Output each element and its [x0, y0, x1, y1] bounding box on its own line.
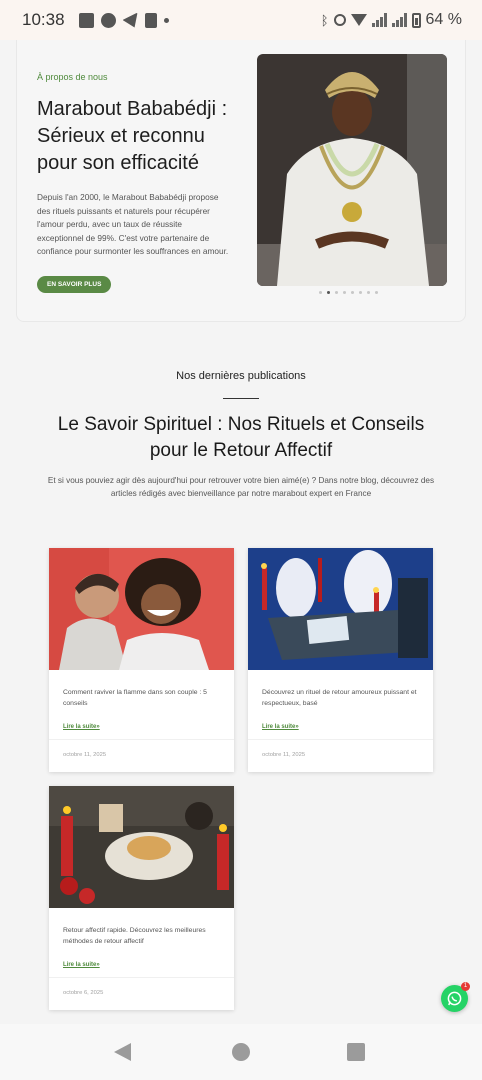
post-body: Retour affectif rapide. Découvrez les me…: [49, 908, 234, 971]
read-more-link[interactable]: Lire la suite»: [262, 724, 299, 730]
post-excerpt: Retour affectif rapide. Découvrez les me…: [63, 927, 206, 945]
slider-dot[interactable]: [343, 291, 346, 294]
system-icons: ᛒ 64 %: [321, 11, 462, 29]
home-icon[interactable]: [232, 1043, 250, 1061]
learn-more-button[interactable]: EN SAVOIR PLUS: [37, 275, 112, 293]
telegram-icon: [122, 12, 138, 28]
battery-percent: 64 %: [425, 11, 462, 28]
post-date: octobre 6, 2025: [63, 990, 104, 996]
navigation-bar: [0, 1024, 482, 1080]
read-more-link[interactable]: Lire la suite»: [63, 962, 100, 968]
post-body: Découvrez un rituel de retour amoureux p…: [248, 670, 433, 733]
section-subtitle: Et si vous pouviez agir dès aujourd'hui …: [47, 476, 435, 498]
post-excerpt: Découvrez un rituel de retour amoureux p…: [262, 689, 417, 707]
post-thumbnail-candles[interactable]: [49, 786, 234, 908]
slider-dot[interactable]: [351, 291, 354, 294]
post-thumbnail-ritual[interactable]: [248, 548, 433, 670]
hero-text: À propos de nous Marabout Bababédji : Sé…: [37, 72, 229, 293]
slider-dots: [319, 291, 378, 294]
post-card[interactable]: Retour affectif rapide. Découvrez les me…: [49, 786, 234, 1010]
status-time: 10:38: [22, 10, 65, 29]
notification-icons: [78, 12, 169, 28]
bluetooth-icon: ᛒ: [320, 12, 329, 28]
about-hero-card: À propos de nous Marabout Bababédji : Sé…: [16, 40, 466, 322]
post-date: octobre 11, 2025: [262, 752, 306, 758]
slider-dot[interactable]: [335, 291, 338, 294]
battery-icon: [411, 12, 421, 28]
post-date: octobre 11, 2025: [63, 752, 107, 758]
slider-dot[interactable]: [367, 291, 370, 294]
marabout-photo[interactable]: [257, 54, 447, 286]
notification-badge: 1: [461, 982, 470, 991]
alarm-icon: [333, 14, 346, 26]
section-divider: [223, 398, 259, 399]
post-card[interactable]: Comment raviver la flamme dans son coupl…: [49, 548, 234, 772]
slider-dot[interactable]: [375, 291, 378, 294]
whatsapp-icon: [447, 991, 462, 1006]
signal-2-icon: [391, 13, 407, 27]
post-card[interactable]: Découvrez un rituel de retour amoureux p…: [248, 548, 433, 772]
signal-icon: [371, 13, 387, 27]
status-bar: 10:38 ᛒ 64 %: [0, 0, 482, 40]
whatsapp-button[interactable]: 1: [441, 982, 470, 1012]
divider: [248, 739, 433, 740]
facebook-icon: [78, 12, 94, 28]
snapchat-icon: [100, 12, 116, 28]
more-notifications-icon: [163, 17, 169, 23]
section-kicker: Nos dernières publications: [176, 370, 306, 382]
section-title: Le Savoir Spirituel : Nos Rituels et Con…: [57, 414, 425, 461]
slider-dot[interactable]: [359, 291, 362, 294]
slider-dot[interactable]: [319, 291, 322, 294]
wifi-icon: [350, 14, 367, 26]
read-more-link[interactable]: Lire la suite»: [63, 724, 100, 730]
hero-eyebrow: À propos de nous: [37, 72, 108, 82]
slider-dot[interactable]: [327, 291, 330, 294]
hero-description: Depuis l'an 2000, le Marabout Bababédji …: [37, 192, 229, 257]
hero-title: Marabout Bababédji : Sérieux et reconnu …: [37, 98, 228, 174]
divider: [49, 977, 234, 978]
tiktok-icon: [144, 12, 157, 28]
divider: [49, 739, 234, 740]
recent-apps-icon[interactable]: [347, 1043, 365, 1061]
post-body: Comment raviver la flamme dans son coupl…: [49, 670, 234, 733]
post-excerpt: Comment raviver la flamme dans son coupl…: [63, 689, 207, 707]
post-thumbnail-couple[interactable]: [49, 548, 234, 670]
back-icon[interactable]: [114, 1043, 131, 1061]
